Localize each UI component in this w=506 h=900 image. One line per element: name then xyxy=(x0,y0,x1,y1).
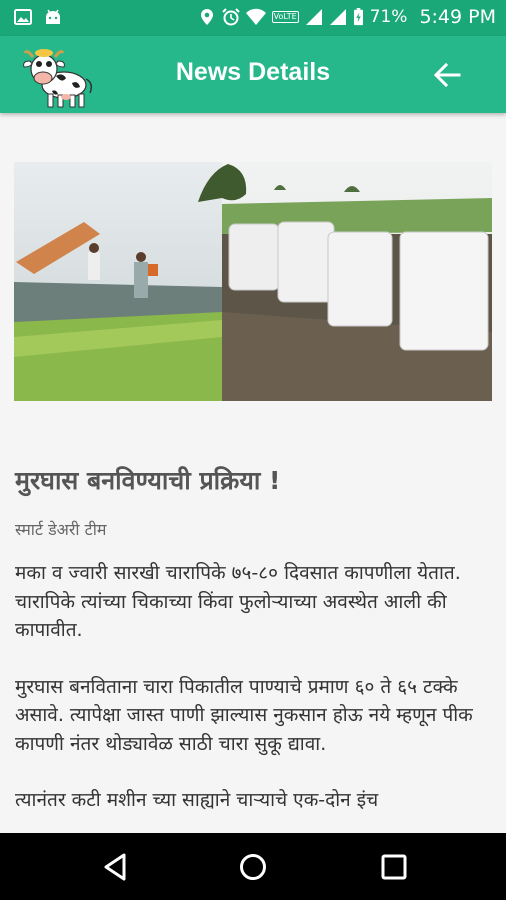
alarm-icon xyxy=(221,8,240,26)
battery-percent: 71% xyxy=(369,7,408,27)
article-title: मुरघास बनविण्याची प्रक्रिया ! xyxy=(15,466,281,495)
volte-badge: VoLTE xyxy=(271,11,299,23)
article-paragraph: मका व ज्वारी सारखी चारापिके ७५-८० दिवसात… xyxy=(15,562,461,641)
battery-icon xyxy=(353,8,363,26)
article-author: स्मार्ट डेअरी टीम xyxy=(15,520,107,539)
article-body: मका व ज्वारी सारखी चारापिके ७५-८० दिवसात… xyxy=(15,559,493,833)
arrow-back-icon[interactable] xyxy=(432,60,462,90)
article-paragraph: मुरघास बनविताना चारा पिकातील पाण्याचे प्… xyxy=(15,675,473,755)
clock: 5:49 PM xyxy=(419,6,496,28)
article-content[interactable]: मुरघास बनविण्याची प्रक्रिया ! स्मार्ट डे… xyxy=(0,113,506,833)
android-icon xyxy=(46,9,60,24)
signal-icon xyxy=(329,9,346,25)
app-bar: News Details xyxy=(0,36,506,113)
page-title: News Details xyxy=(175,58,331,86)
location-icon xyxy=(200,9,213,25)
article-paragraph: त्यानंतर कटी मशीन च्या साह्याने चाऱ्याचे… xyxy=(15,789,379,811)
navigation-bar xyxy=(0,833,506,900)
news-image xyxy=(14,162,492,401)
home-circle-icon[interactable] xyxy=(237,851,269,883)
wifi-icon xyxy=(245,8,266,25)
recents-square-icon[interactable] xyxy=(378,851,410,883)
signal-icon xyxy=(305,9,322,25)
image-icon xyxy=(14,9,32,25)
status-bar: VoLTE 71% 5:49 PM xyxy=(0,0,506,36)
back-triangle-icon[interactable] xyxy=(100,851,132,883)
